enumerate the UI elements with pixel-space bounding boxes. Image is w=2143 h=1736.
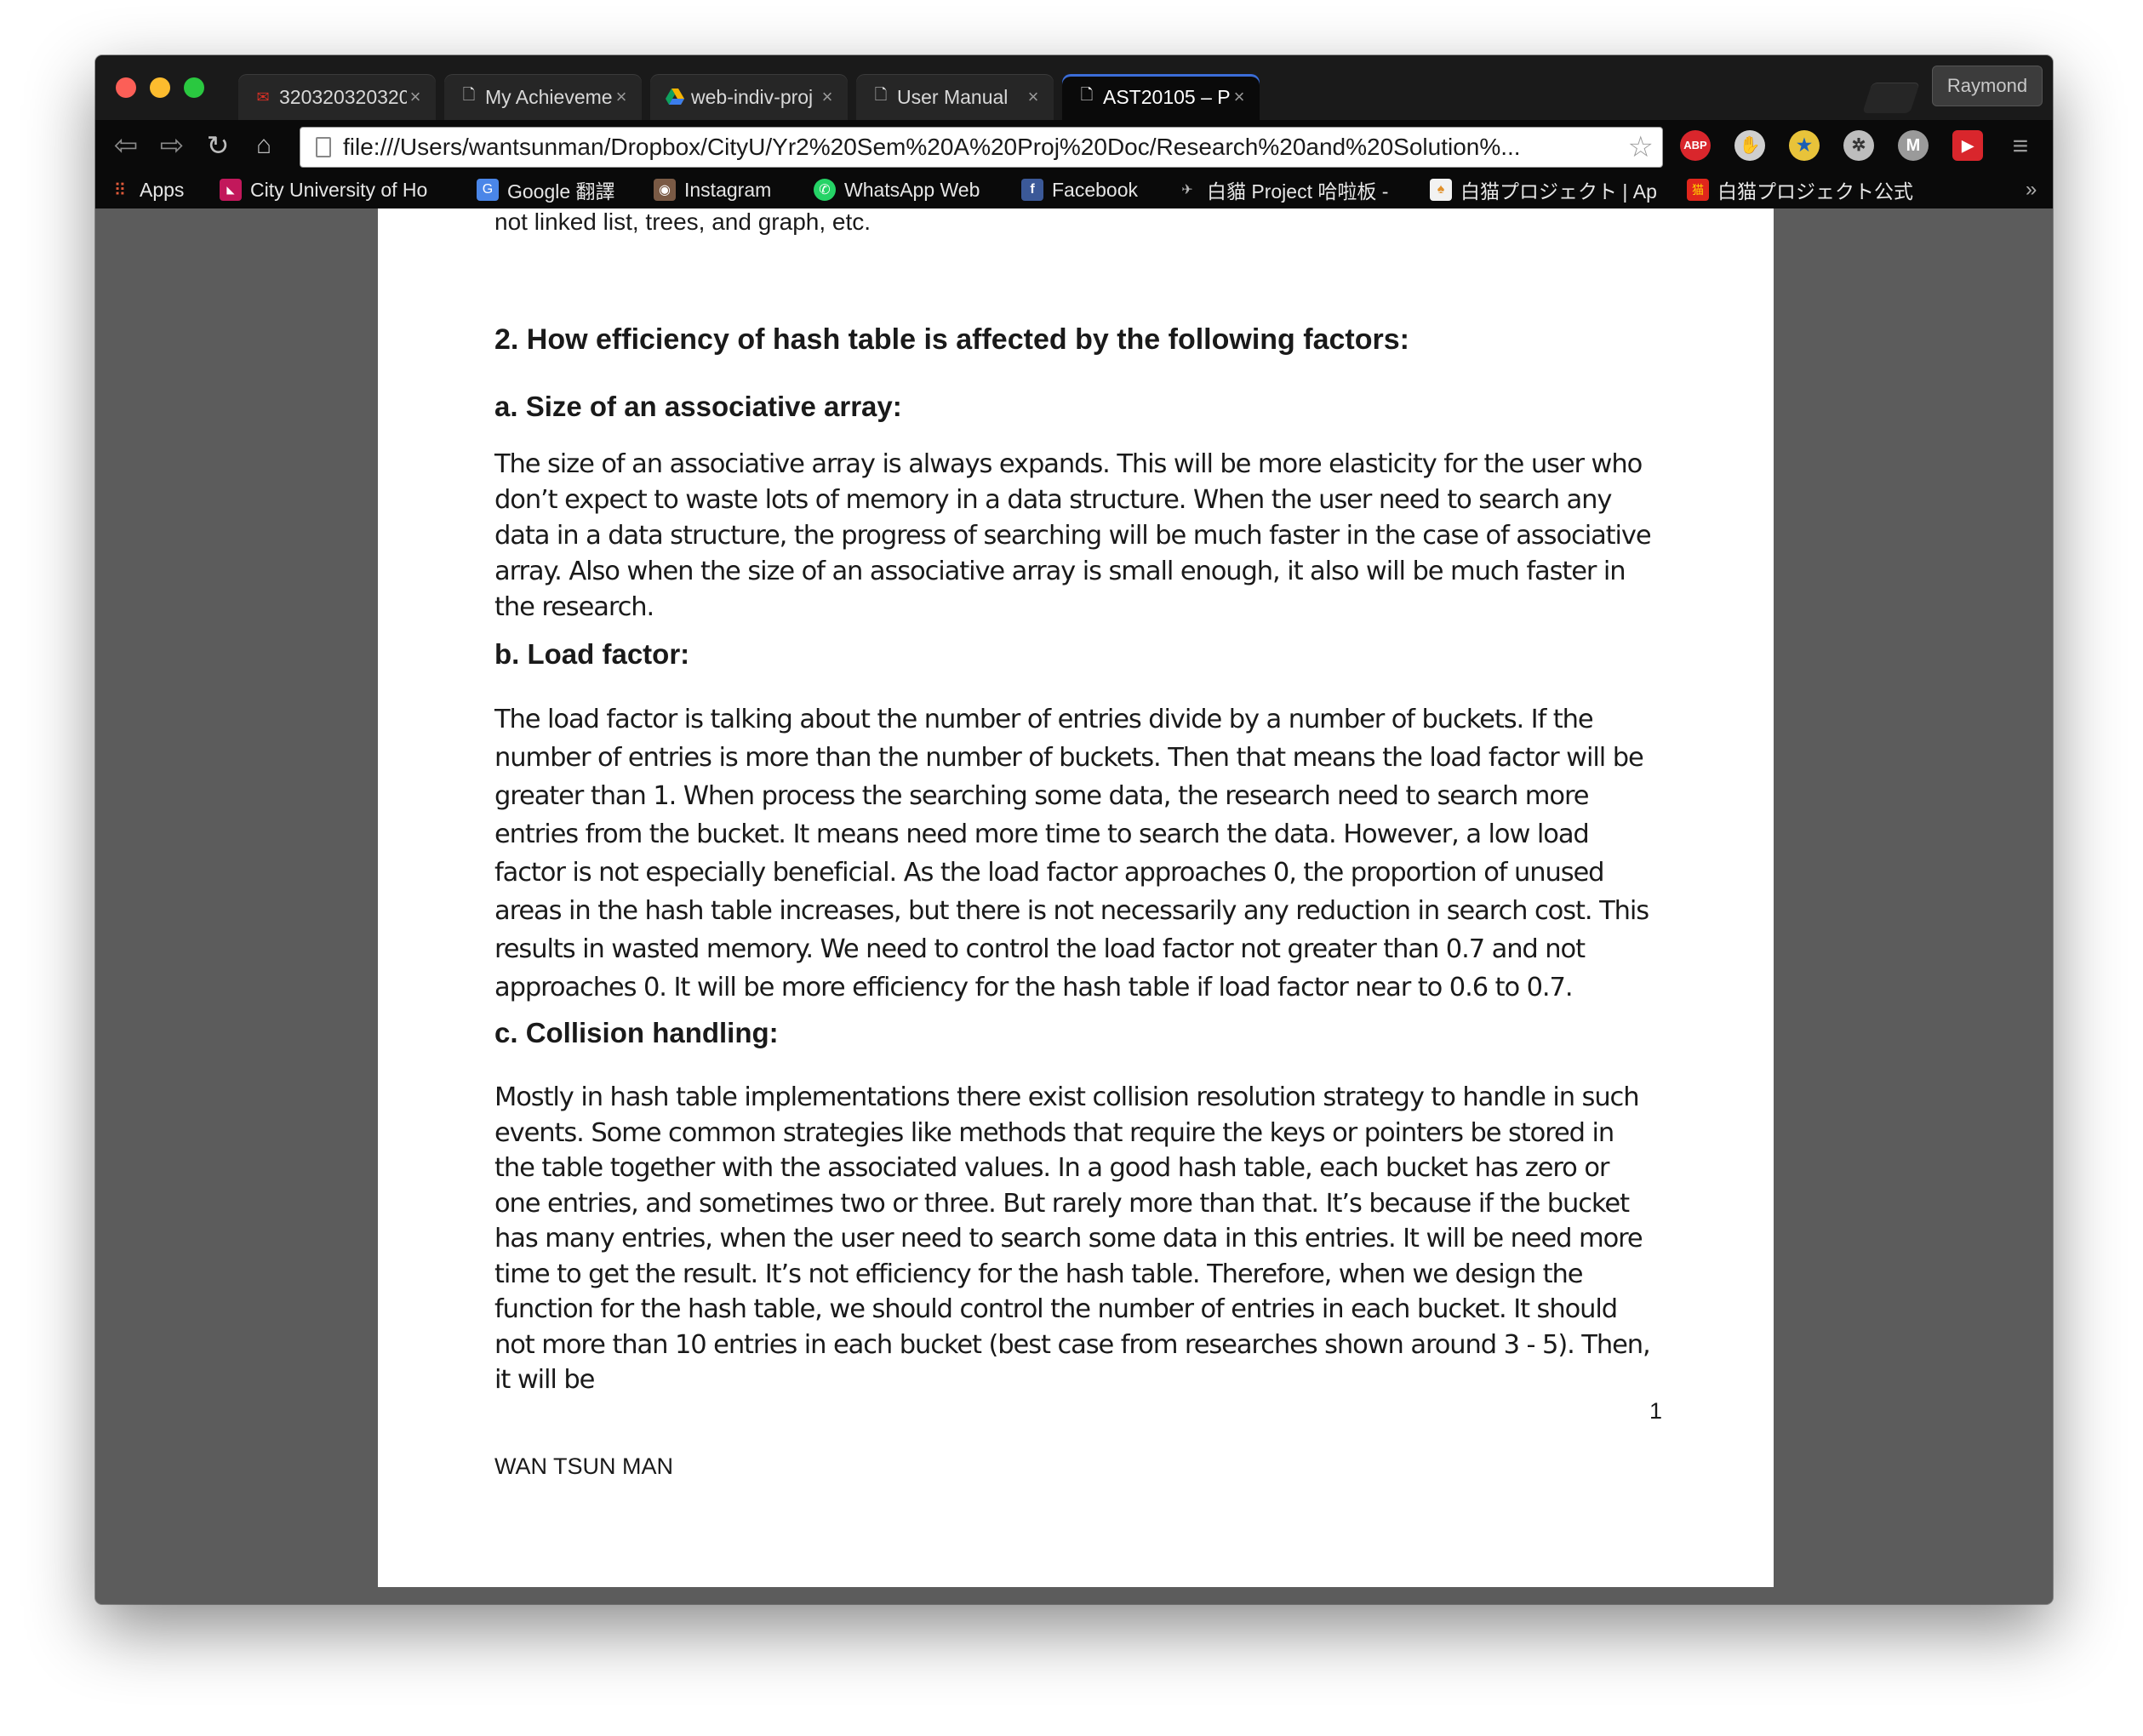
tab-google-drive[interactable]: web-indiv-proj - Google D × <box>650 74 848 120</box>
document-icon: 🗋 <box>874 86 888 103</box>
film-reel-icon[interactable]: ✲ <box>1843 130 1874 161</box>
cityu-icon: ◣ <box>220 179 242 201</box>
bookmarks-overflow-button[interactable]: » <box>2026 178 2037 202</box>
star-badge-icon[interactable]: ★ <box>1789 130 1820 161</box>
zoom-window-button[interactable] <box>184 77 204 98</box>
address-bar[interactable]: file:///Users/wantsunman/Dropbox/CityU/Y… <box>300 127 1663 168</box>
close-tab-icon[interactable]: × <box>1025 86 1042 108</box>
google-drive-icon <box>666 88 684 106</box>
close-tab-icon[interactable]: × <box>613 86 630 108</box>
tab-my-achievement[interactable]: 🗋 My Achievement × <box>444 74 642 120</box>
document-viewer[interactable]: not linked list, trees, and graph, etc. … <box>95 208 2053 1604</box>
subheading-load-factor: b. Load factor: <box>494 638 690 670</box>
hand-stop-icon[interactable]: ✋ <box>1734 130 1765 161</box>
gmail-icon: ✉ <box>256 88 270 106</box>
bookmark-label: 白貓 Project 哈啦板 - <box>1207 180 1389 203</box>
close-tab-icon[interactable]: × <box>407 86 424 108</box>
instagram-icon: ◉ <box>654 179 676 201</box>
home-icon[interactable]: ⌂ <box>247 128 281 163</box>
bookmarks-bar: ⠿ Apps ◣ City University of Ho G Google … <box>95 171 2053 209</box>
facebook-icon: f <box>1021 179 1043 201</box>
back-arrow-icon[interactable]: ⇦ <box>109 128 143 163</box>
tab-ast20105[interactable]: 🗋 AST20105 – Programming × <box>1062 74 1260 120</box>
bookmark-white-cat-official[interactable]: 猫 白猫プロジェクト公式 <box>1687 176 1942 203</box>
bookmark-bahamut[interactable]: ✈ 白貓 Project 哈啦板 - <box>1176 176 1404 203</box>
bookmark-cityu[interactable]: ◣ City University of Ho <box>220 176 449 203</box>
bookmark-label: Google 翻譯 <box>507 180 615 203</box>
bookmark-white-cat-app[interactable]: ♠ 白猫プロジェクト | Ap <box>1430 176 1668 203</box>
bookmark-label: 白猫プロジェクト | Ap <box>1460 180 1657 203</box>
bookmark-label: Instagram <box>684 178 772 201</box>
document-page: not linked list, trees, and graph, etc. … <box>378 208 1774 1587</box>
bookmark-label: Apps <box>140 178 185 201</box>
url-text[interactable]: file:///Users/wantsunman/Dropbox/CityU/Y… <box>343 134 1620 161</box>
white-cat-icon: ♠ <box>1430 179 1452 201</box>
section-heading: 2. How efficiency of hash table is affec… <box>494 323 1409 356</box>
tab-gmail[interactable]: ✉ 320320320320320320 - tr × <box>238 74 436 120</box>
paragraph-size: The size of an associative array is alwa… <box>494 449 1652 622</box>
m-circle-icon[interactable]: M <box>1898 130 1929 161</box>
tab-label: My Achievement <box>485 85 613 108</box>
tab-user-manual[interactable]: 🗋 User Manual × <box>856 74 1054 120</box>
footer-author: WAN TSUN MAN <box>494 1453 674 1479</box>
paragraph-collision: Mostly in hash table implementations the… <box>494 1082 1651 1395</box>
tab-label: User Manual <box>897 85 1009 108</box>
whatsapp-icon: ✆ <box>814 179 836 201</box>
bookmark-instagram[interactable]: ◉ Instagram <box>654 176 790 203</box>
tab-label: web-indiv-proj - Google D <box>691 85 819 108</box>
tab-label: AST20105 – Programming <box>1103 85 1231 108</box>
new-tab-button[interactable] <box>1862 83 1920 113</box>
document-icon: 🗋 <box>1080 86 1094 103</box>
subheading-size: a. Size of an associative array: <box>494 391 902 422</box>
page-icon <box>316 137 331 157</box>
bahamut-icon: ✈ <box>1181 183 1193 197</box>
bookmark-apps[interactable]: ⠿ Apps <box>109 176 203 203</box>
close-window-button[interactable] <box>116 77 136 98</box>
video-forward-icon[interactable]: ▶ <box>1952 130 1983 161</box>
close-tab-icon[interactable]: × <box>819 86 836 108</box>
bookmark-whatsapp[interactable]: ✆ WhatsApp Web <box>814 176 1001 203</box>
bookmark-google-translate[interactable]: G Google 翻譯 <box>477 176 630 203</box>
browser-window: ✉ 320320320320320320 - tr × 🗋 My Achieve… <box>95 55 2053 1604</box>
reload-icon[interactable]: ↻ <box>201 128 235 163</box>
menu-hamburger-icon[interactable]: ≡ <box>2005 130 2036 161</box>
paragraph-load-factor: The load factor is talking about the num… <box>494 705 1649 1002</box>
bookmark-facebook[interactable]: f Facebook <box>1021 176 1157 203</box>
bookmark-label: Facebook <box>1052 178 1139 201</box>
bookmark-star-icon[interactable]: ☆ <box>1628 130 1654 164</box>
toolbar: ⇦ ⇨ ↻ ⌂ file:///Users/wantsunman/Dropbox… <box>95 120 2053 171</box>
minimize-window-button[interactable] <box>150 77 170 98</box>
bookmark-label: City University of Ho <box>250 178 428 201</box>
page-number: 1 <box>1649 1398 1663 1424</box>
adblock-plus-icon[interactable]: ABP <box>1680 130 1711 161</box>
text-fragment: not linked list, trees, and graph, etc. <box>494 208 871 235</box>
document-icon: 🗋 <box>462 86 476 103</box>
bookmark-label: WhatsApp Web <box>844 178 980 201</box>
white-cat-official-icon: 猫 <box>1687 179 1709 201</box>
google-translate-icon: G <box>477 179 499 201</box>
forward-arrow-icon[interactable]: ⇨ <box>155 128 189 163</box>
profile-button[interactable]: Raymond <box>1932 66 2043 106</box>
tab-strip: ✉ 320320320320320320 - tr × 🗋 My Achieve… <box>95 55 2053 120</box>
subheading-collision: c. Collision handling: <box>494 1017 779 1048</box>
apps-grid-icon: ⠿ <box>113 180 127 200</box>
bookmark-label: 白猫プロジェクト公式 <box>1717 180 1913 203</box>
tab-label: 320320320320320320 - tr <box>279 85 407 108</box>
close-tab-icon[interactable]: × <box>1231 86 1248 108</box>
